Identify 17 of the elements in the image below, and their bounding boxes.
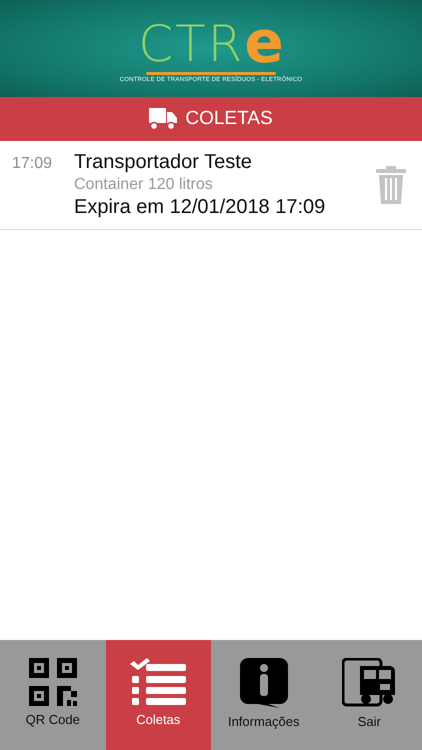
qr-code-icon bbox=[28, 658, 77, 706]
logo-text: CTR bbox=[138, 18, 244, 70]
logo-accent: e bbox=[244, 14, 284, 70]
item-expiry: Expira em 12/01/2018 17:09 bbox=[74, 196, 326, 219]
tab[interactable]: QR Code bbox=[0, 640, 106, 750]
checklist-icon bbox=[130, 658, 186, 706]
trash-icon[interactable] bbox=[376, 166, 406, 204]
truck-icon bbox=[342, 658, 396, 708]
item-time: 17:09 bbox=[12, 155, 54, 173]
tab[interactable]: Sair bbox=[316, 640, 422, 750]
tab[interactable]: Informações bbox=[211, 640, 316, 750]
tab[interactable]: Coletas bbox=[106, 640, 211, 750]
info-icon bbox=[240, 658, 288, 708]
item-subtitle: Container 120 litros bbox=[74, 176, 214, 194]
section-title: COLETAS bbox=[185, 108, 273, 130]
truck-icon bbox=[149, 108, 178, 130]
item-title: Transportador Teste bbox=[74, 151, 253, 174]
